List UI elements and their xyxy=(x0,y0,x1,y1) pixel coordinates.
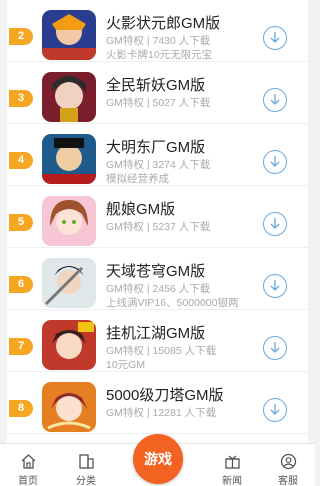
swordsman-game-icon[interactable] xyxy=(42,258,96,308)
game-name[interactable]: 大明东厂GM版 xyxy=(106,136,205,157)
rank-badge: 7 xyxy=(9,338,33,355)
game-name[interactable]: 火影状元郎GM版 xyxy=(106,12,220,33)
game-meta: GM特权 | 15085 人下载 xyxy=(106,345,217,357)
game-meta: GM特权 | 5237 人下载 xyxy=(106,221,211,233)
download-button[interactable] xyxy=(263,274,287,298)
tab-news[interactable]: 新闻 xyxy=(207,444,257,486)
download-button[interactable] xyxy=(263,150,287,174)
game-meta: GM特权 | 12281 人下载 xyxy=(106,407,217,419)
list-item[interactable]: 6 天域苍穹GM版 GM特权 | 2456 人下载 上线满VIP16、50000… xyxy=(7,248,308,310)
download-icon xyxy=(270,218,280,229)
user-icon xyxy=(280,453,297,470)
game-name[interactable]: 天域苍穹GM版 xyxy=(106,260,205,281)
ninja-game-icon[interactable] xyxy=(42,10,96,60)
list-item[interactable]: 7 挂机江湖GM版 GM特权 | 15085 人下载 10元GM xyxy=(7,310,308,372)
download-icon xyxy=(270,404,280,415)
game-desc: 火影卡牌10元无限元宝 xyxy=(106,49,213,61)
rank-badge: 3 xyxy=(9,90,33,107)
rank-badge: 4 xyxy=(9,152,33,169)
game-name[interactable]: 舰娘GM版 xyxy=(106,198,175,219)
category-icon xyxy=(79,454,94,469)
download-icon xyxy=(270,32,280,43)
game-meta: GM特权 | 7430 人下载 xyxy=(106,35,211,47)
demon-slayer-game-icon[interactable] xyxy=(42,72,96,122)
gift-icon xyxy=(225,455,240,469)
download-button[interactable] xyxy=(263,26,287,50)
list-item[interactable]: 3 全民斩妖GM版 GM特权 | 5027 人下载 xyxy=(7,62,308,124)
tab-label: 首页 xyxy=(18,476,38,486)
rank-badge: 5 xyxy=(9,214,33,231)
game-center-button[interactable]: 游戏 xyxy=(133,434,183,484)
tab-label: 分类 xyxy=(76,476,96,486)
tab-label: 新闻 xyxy=(222,476,242,486)
download-button[interactable] xyxy=(263,398,287,422)
game-meta: GM特权 | 3274 人下载 xyxy=(106,159,211,171)
game-name[interactable]: 全民斩妖GM版 xyxy=(106,74,205,95)
page: 2 火影状元郎GM版 GM特权 | 7430 人下载 火影卡牌10元无限元宝 3… xyxy=(0,0,315,486)
rank-badge: 8 xyxy=(9,400,33,417)
tab-home[interactable]: 首页 xyxy=(3,444,53,486)
list-item[interactable]: 4 大明东厂GM版 GM特权 | 3274 人下载 模拟经营养成 xyxy=(7,124,308,186)
game-name[interactable]: 挂机江湖GM版 xyxy=(106,322,205,343)
tab-category[interactable]: 分类 xyxy=(61,444,111,486)
home-icon xyxy=(21,454,36,469)
download-button[interactable] xyxy=(263,88,287,112)
game-desc: 上线满VIP16、5000000银两 xyxy=(106,297,239,309)
list-item[interactable]: 8 5000级刀塔GM版 GM特权 | 12281 人下载 xyxy=(7,372,308,434)
anime-girl-game-icon[interactable] xyxy=(42,196,96,246)
game-ranking-list: 2 火影状元郎GM版 GM特权 | 7430 人下载 火影卡牌10元无限元宝 3… xyxy=(7,0,308,443)
download-button[interactable] xyxy=(263,212,287,236)
download-icon xyxy=(270,280,280,291)
jianghu-game-icon[interactable] xyxy=(42,320,96,370)
download-icon xyxy=(270,342,280,353)
game-meta: GM特权 | 5027 人下载 xyxy=(106,97,211,109)
tab-service[interactable]: 客服 xyxy=(263,444,313,486)
download-button[interactable] xyxy=(263,336,287,360)
dota-game-icon[interactable] xyxy=(42,382,96,432)
ming-dynasty-game-icon[interactable] xyxy=(42,134,96,184)
download-icon xyxy=(270,156,280,167)
list-item[interactable]: 2 火影状元郎GM版 GM特权 | 7430 人下载 火影卡牌10元无限元宝 xyxy=(7,0,308,62)
rank-badge: 2 xyxy=(9,28,33,45)
rank-badge: 6 xyxy=(9,276,33,293)
download-icon xyxy=(270,94,280,105)
game-desc: 10元GM xyxy=(106,359,146,371)
game-meta: GM特权 | 2456 人下载 xyxy=(106,283,211,295)
game-desc: 模拟经营养成 xyxy=(106,173,169,185)
tab-label: 客服 xyxy=(278,476,298,486)
game-name[interactable]: 5000级刀塔GM版 xyxy=(106,384,224,405)
list-item[interactable]: 5 舰娘GM版 GM特权 | 5237 人下载 xyxy=(7,186,308,248)
